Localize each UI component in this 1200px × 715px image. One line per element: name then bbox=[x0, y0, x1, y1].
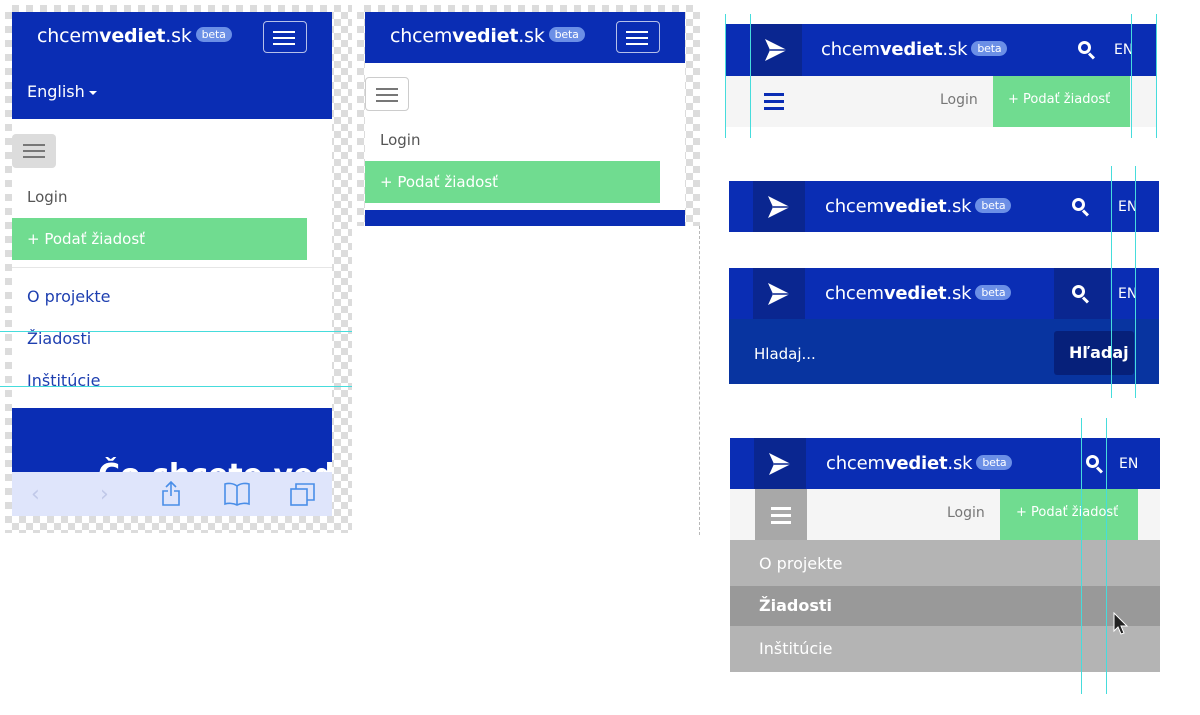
beta-badge: beta bbox=[975, 284, 1012, 300]
guide-line bbox=[0, 386, 352, 387]
hero-heading: Čo chcete vedieť? bbox=[98, 458, 332, 472]
brand-logo[interactable]: chcemvediet.sk beta bbox=[826, 453, 1013, 474]
beta-badge: beta bbox=[975, 197, 1012, 213]
login-link[interactable]: Login bbox=[380, 131, 420, 149]
beta-badge: beta bbox=[195, 27, 232, 42]
brand-logo[interactable]: chcemvediet.sk beta bbox=[37, 25, 232, 47]
guide-line bbox=[1156, 14, 1157, 138]
menu-toggle-button[interactable] bbox=[263, 21, 307, 53]
desktop-a-subnav: Login + Podať žiadosť bbox=[726, 76, 1156, 127]
guide-line bbox=[1131, 14, 1132, 138]
menu-toggle-button[interactable] bbox=[764, 93, 784, 111]
desktop-a-header: chcemvediet.sk beta EN bbox=[726, 24, 1156, 76]
logo-square bbox=[754, 438, 806, 489]
search-icon bbox=[1072, 285, 1092, 305]
search-button[interactable]: Hľadaj bbox=[1054, 331, 1134, 375]
submit-request-button[interactable]: + Podať žiadosť bbox=[1000, 489, 1138, 540]
language-bar: English bbox=[12, 63, 332, 119]
guide-line bbox=[1135, 166, 1136, 398]
beta-badge: beta bbox=[548, 27, 585, 42]
brand-logo[interactable]: chcemvediet.sk beta bbox=[821, 39, 1008, 60]
search-icon[interactable] bbox=[1078, 41, 1098, 61]
search-input[interactable]: Hladaj... bbox=[754, 345, 816, 363]
menu-toggle-button[interactable] bbox=[616, 21, 660, 53]
beta-badge: beta bbox=[971, 40, 1008, 56]
search-icon[interactable] bbox=[1072, 198, 1092, 218]
mobile2-header: chcemvediet.sk beta bbox=[365, 12, 685, 63]
logo-square bbox=[750, 24, 802, 76]
dashed-border bbox=[352, 226, 700, 535]
beta-badge: beta bbox=[976, 454, 1013, 470]
secondary-menu-toggle[interactable] bbox=[365, 77, 409, 111]
menu-item-o-projekte[interactable]: O projekte bbox=[27, 287, 111, 306]
tabs-icon[interactable] bbox=[290, 482, 316, 506]
menu-item-institucie[interactable]: Inštitúcie bbox=[27, 371, 100, 390]
search-icon[interactable] bbox=[1086, 455, 1106, 475]
mobile1-header: chcemvediet.sk beta bbox=[12, 12, 332, 63]
paper-plane-icon bbox=[768, 283, 790, 305]
bookmarks-icon[interactable] bbox=[224, 482, 250, 506]
mouse-cursor-icon bbox=[1113, 612, 1129, 635]
brand-logo[interactable]: chcemvediet.sk beta bbox=[825, 196, 1012, 217]
brand-logo[interactable]: chcemvediet.sk beta bbox=[825, 283, 1012, 304]
forward-icon[interactable]: › bbox=[100, 482, 109, 507]
share-icon[interactable] bbox=[162, 480, 180, 506]
language-switch[interactable]: EN bbox=[1119, 456, 1138, 472]
language-dropdown[interactable]: English bbox=[27, 82, 97, 101]
desktop-c-header: chcemvediet.sk beta EN bbox=[729, 268, 1159, 319]
mobile1-body bbox=[12, 119, 332, 408]
login-link[interactable]: Login bbox=[27, 188, 67, 206]
caret-down-icon bbox=[88, 90, 97, 95]
brand-logo[interactable]: chcemvediet.sk beta bbox=[390, 25, 585, 47]
submit-request-button[interactable]: + Podať žiadosť bbox=[993, 76, 1130, 127]
guide-line bbox=[0, 331, 352, 332]
guide-line bbox=[725, 14, 726, 138]
submit-request-button[interactable]: + Podať žiadosť bbox=[365, 161, 660, 203]
divider bbox=[12, 267, 332, 268]
logo-square bbox=[753, 181, 805, 232]
desktop-d-subnav: Login + Podať žiadosť bbox=[730, 489, 1160, 540]
secondary-menu-toggle[interactable] bbox=[12, 134, 56, 168]
guide-line bbox=[1111, 166, 1112, 398]
paper-plane-icon bbox=[768, 196, 790, 218]
login-link[interactable]: Login bbox=[947, 505, 985, 521]
back-icon[interactable]: ‹ bbox=[31, 482, 40, 507]
submit-request-button[interactable]: + Podať žiadosť bbox=[12, 218, 307, 260]
dropdown-menu-item-o-projekte[interactable]: O projekte bbox=[730, 540, 1160, 586]
menu-toggle-button-active[interactable] bbox=[755, 489, 807, 540]
guide-line bbox=[750, 14, 751, 138]
paper-plane-icon bbox=[765, 39, 787, 61]
hero-section: Čo chcete vedieť? bbox=[12, 408, 332, 472]
dropdown-menu-item-institucie[interactable]: Inštitúcie bbox=[730, 626, 1160, 672]
mobile2-footer-strip bbox=[365, 210, 685, 226]
search-bar: Hladaj... Hľadaj bbox=[729, 319, 1159, 384]
search-toggle-active[interactable] bbox=[1054, 268, 1110, 319]
desktop-b-header: chcemvediet.sk beta EN bbox=[729, 181, 1159, 232]
login-link[interactable]: Login bbox=[940, 92, 978, 108]
safari-toolbar: ‹ › bbox=[12, 472, 332, 516]
desktop-d-header: chcemvediet.sk beta EN bbox=[730, 438, 1160, 489]
guide-line bbox=[1106, 418, 1107, 694]
guide-line bbox=[1081, 418, 1082, 694]
dropdown-menu-item-ziadosti[interactable]: Žiadosti bbox=[730, 586, 1160, 626]
paper-plane-icon bbox=[769, 453, 791, 475]
logo-square bbox=[753, 268, 805, 319]
